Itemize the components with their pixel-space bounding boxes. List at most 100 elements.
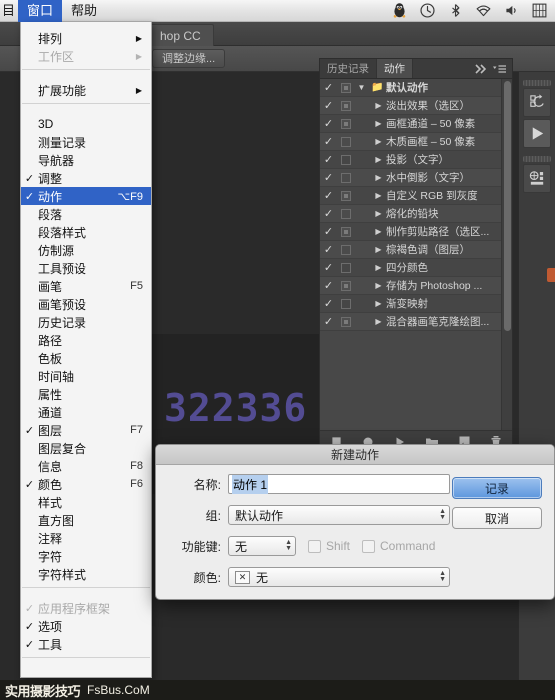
- group-select[interactable]: 默认动作 ▲▼: [228, 505, 450, 525]
- actions-panel-scrollbar[interactable]: [501, 79, 512, 430]
- cancel-button[interactable]: 取消: [452, 507, 542, 529]
- action-row[interactable]: ✓ ▶ 水中倒影（文字）: [320, 169, 512, 187]
- action-dialog-toggle[interactable]: [337, 245, 354, 255]
- action-row-group[interactable]: ✓ ▼ 📁 默认动作: [320, 79, 512, 97]
- action-dialog-toggle[interactable]: [337, 209, 354, 219]
- action-check[interactable]: ✓: [320, 279, 337, 292]
- shift-checkbox[interactable]: Shift: [308, 539, 350, 553]
- menu-item-paragraph[interactable]: 段落: [21, 205, 151, 223]
- function-key-select[interactable]: 无 ▲▼: [228, 536, 296, 556]
- input-method-icon[interactable]: [531, 2, 548, 19]
- tab-history[interactable]: 历史记录: [320, 59, 377, 78]
- menu-item-notes[interactable]: 注释: [21, 529, 151, 547]
- expander-icon[interactable]: ▶: [371, 173, 386, 182]
- expander-icon[interactable]: ▶: [371, 155, 386, 164]
- action-dialog-toggle[interactable]: [337, 299, 354, 309]
- action-dialog-toggle[interactable]: [337, 317, 354, 327]
- actions-play-icon-button[interactable]: [523, 119, 551, 148]
- menu-item-layer-comps[interactable]: 图层复合: [21, 439, 151, 457]
- action-dialog-toggle[interactable]: [337, 119, 354, 129]
- action-row[interactable]: ✓ ▶ 棕褐色调（图层）: [320, 241, 512, 259]
- menu-item-navigator[interactable]: 导航器: [21, 151, 151, 169]
- record-button[interactable]: 记录: [452, 477, 542, 499]
- menu-item-paragraph-styles[interactable]: 段落样式: [21, 223, 151, 241]
- expander-icon[interactable]: ▶: [371, 137, 386, 146]
- action-row[interactable]: ✓ ▶ 自定义 RGB 到灰度: [320, 187, 512, 205]
- action-check[interactable]: ✓: [320, 207, 337, 220]
- action-check[interactable]: ✓: [320, 99, 337, 112]
- dock-grip[interactable]: [523, 80, 551, 86]
- menu-item-info[interactable]: 信息 F8: [21, 457, 151, 475]
- action-row[interactable]: ✓ ▶ 画框通道 – 50 像素: [320, 115, 512, 133]
- action-check[interactable]: ✓: [320, 315, 337, 328]
- action-row[interactable]: ✓ ▶ 渐变映射: [320, 295, 512, 313]
- action-check[interactable]: ✓: [320, 297, 337, 310]
- menu-item-histogram[interactable]: 直方图: [21, 511, 151, 529]
- menu-item-timeline[interactable]: 时间轴: [21, 367, 151, 385]
- refine-edge-button[interactable]: 调整边缘...: [152, 49, 225, 68]
- expander-icon[interactable]: ▶: [371, 317, 386, 326]
- menu-item-styles[interactable]: 样式: [21, 493, 151, 511]
- scrollbar-thumb[interactable]: [504, 81, 511, 331]
- menu-item-layers[interactable]: ✓ 图层 F7: [21, 421, 151, 439]
- menu-item-tools[interactable]: ✓ 工具: [21, 635, 151, 653]
- command-checkbox[interactable]: Command: [362, 539, 435, 553]
- menu-item-color[interactable]: ✓ 颜色 F6: [21, 475, 151, 493]
- action-row[interactable]: ✓ ▶ 混合器画笔克隆绘图...: [320, 313, 512, 331]
- document-tab[interactable]: hop CC: [147, 24, 214, 46]
- menu-item-history[interactable]: 历史记录: [21, 313, 151, 331]
- expander-icon[interactable]: ▶: [371, 227, 386, 236]
- bluetooth-icon[interactable]: [447, 2, 464, 19]
- menu-item-brush-presets[interactable]: 画笔预设: [21, 295, 151, 313]
- expander-icon[interactable]: ▶: [371, 245, 386, 254]
- menubar-item-window[interactable]: 窗口: [18, 0, 62, 22]
- expander-icon[interactable]: ▶: [371, 101, 386, 110]
- volume-icon[interactable]: [503, 2, 520, 19]
- action-dialog-toggle[interactable]: [337, 173, 354, 183]
- action-row[interactable]: ✓ ▶ 投影（文字）: [320, 151, 512, 169]
- menu-item-adjustments[interactable]: ✓ 调整: [21, 169, 151, 187]
- dock-grip-2[interactable]: [523, 156, 551, 162]
- action-dialog-toggle[interactable]: [337, 83, 354, 93]
- menu-item-options[interactable]: ✓ 选项: [21, 617, 151, 635]
- menu-item-swatches[interactable]: 色板: [21, 349, 151, 367]
- menu-item-clone-source[interactable]: 仿制源: [21, 241, 151, 259]
- menu-item-open-document[interactable]: kakavision.psd: [21, 676, 151, 678]
- action-row[interactable]: ✓ ▶ 木质画框 – 50 像素: [320, 133, 512, 151]
- 3d-properties-icon-button[interactable]: [523, 164, 551, 193]
- menubar-item-partial[interactable]: 目: [0, 0, 18, 22]
- action-check[interactable]: ✓: [320, 153, 337, 166]
- action-check[interactable]: ✓: [320, 243, 337, 256]
- menu-item-character-styles[interactable]: 字符样式: [21, 565, 151, 583]
- action-row[interactable]: ✓ ▶ 存储为 Photoshop ...: [320, 277, 512, 295]
- menu-item-paths[interactable]: 路径: [21, 331, 151, 349]
- menubar-item-help[interactable]: 帮助: [62, 0, 106, 22]
- action-check[interactable]: ✓: [320, 261, 337, 274]
- menu-item-application-frame[interactable]: ✓ 应用程序框架: [21, 599, 151, 617]
- action-row[interactable]: ✓ ▶ 制作剪贴路径（选区...: [320, 223, 512, 241]
- qq-penguin-icon[interactable]: [391, 2, 408, 19]
- action-row[interactable]: ✓ ▶ 淡出效果（选区）: [320, 97, 512, 115]
- action-dialog-toggle[interactable]: [337, 263, 354, 273]
- menu-item-channels[interactable]: 通道: [21, 403, 151, 421]
- expander-icon[interactable]: ▼: [354, 83, 369, 92]
- action-row[interactable]: ✓ ▶ 四分颜色: [320, 259, 512, 277]
- menu-item-brush[interactable]: 画笔 F5: [21, 277, 151, 295]
- menu-item-workspace[interactable]: 工作区 ▶: [21, 47, 151, 65]
- action-check[interactable]: ✓: [320, 81, 337, 94]
- menu-item-measurement-log[interactable]: 测量记录: [21, 133, 151, 151]
- expander-icon[interactable]: ▶: [371, 119, 386, 128]
- history-snapshot-icon-button[interactable]: [523, 88, 551, 117]
- tab-actions[interactable]: 动作: [377, 59, 413, 78]
- panel-menu-icon[interactable]: [492, 63, 507, 75]
- action-dialog-toggle[interactable]: [337, 191, 354, 201]
- action-dialog-toggle[interactable]: [337, 155, 354, 165]
- expander-icon[interactable]: ▶: [371, 299, 386, 308]
- action-check[interactable]: ✓: [320, 189, 337, 202]
- color-select[interactable]: ✕ 无 ▲▼: [228, 567, 450, 587]
- action-check[interactable]: ✓: [320, 225, 337, 238]
- wifi-icon[interactable]: [475, 2, 492, 19]
- actions-list[interactable]: ✓ ▼ 📁 默认动作 ✓ ▶ 淡出效果（选区） ✓ ▶ 画框通道 – 50 像素…: [320, 79, 512, 430]
- action-dialog-toggle[interactable]: [337, 281, 354, 291]
- expander-icon[interactable]: ▶: [371, 209, 386, 218]
